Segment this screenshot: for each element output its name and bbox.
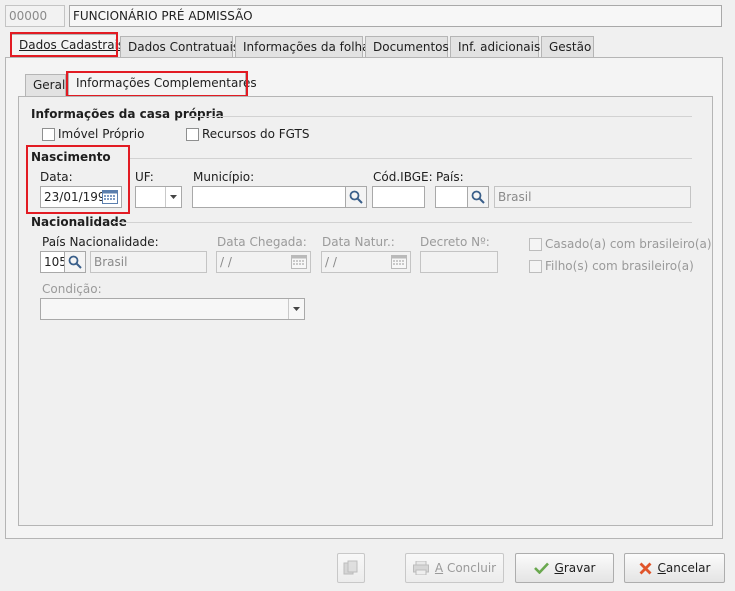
copy-icon — [343, 560, 358, 575]
casado-brasileiro-checkbox[interactable] — [529, 238, 542, 251]
tab-informacoes-folha[interactable]: Informações da folha — [235, 36, 370, 58]
tab-inf-adicionais-label: Inf. adicionais — [458, 40, 541, 54]
data-chegada-label: Data Chegada: — [217, 235, 307, 249]
section-casa-propria-separator — [190, 116, 692, 117]
nascimento-calendar-icon[interactable] — [102, 189, 118, 204]
cancelar-button[interactable]: Cancelar — [624, 553, 725, 583]
decreto-input[interactable] — [420, 251, 498, 273]
data-chegada-calendar-icon[interactable] — [291, 254, 307, 269]
gravar-button[interactable]: Gravar — [515, 553, 614, 583]
condicao-label: Condição: — [42, 282, 102, 296]
concluir-button[interactable]: A Concluir — [405, 553, 504, 583]
record-title-field: FUNCIONÁRIO PRÉ ADMISSÃO — [69, 5, 722, 27]
check-icon — [533, 562, 549, 574]
printer-icon — [412, 561, 429, 575]
cod-ibge-input[interactable] — [372, 186, 425, 208]
nascimento-municipio-label: Município: — [193, 170, 255, 184]
tab-dados-contratuais-label: Dados Contratuais — [128, 40, 240, 54]
cod-ibge-label: Cód.IBGE: — [373, 170, 433, 184]
copy-button[interactable] — [337, 553, 365, 583]
close-icon — [639, 562, 652, 574]
search-icon — [68, 255, 82, 269]
casado-brasileiro-label: Casado(a) com brasileiro(a) — [545, 237, 712, 251]
tab-dados-contratuais[interactable]: Dados Contratuais — [120, 36, 239, 58]
tab-gestao-label: Gestão — [549, 40, 592, 54]
section-casa-propria-title: Informações da casa própria — [31, 107, 224, 121]
section-nascimento-title: Nascimento — [31, 150, 111, 164]
imovel-proprio-label: Imóvel Próprio — [58, 127, 145, 141]
nascimento-pais-search-button[interactable] — [467, 186, 489, 208]
tab-dados-cadastrais-label: Dados Cadastrais — [19, 38, 125, 52]
pais-nacionalidade-code-value: 105 — [44, 255, 65, 269]
filho-brasileiro-checkbox[interactable] — [529, 260, 542, 273]
nascimento-pais-label: País: — [436, 170, 464, 184]
section-nacionalidade-separator — [112, 222, 692, 223]
tab-documentos[interactable]: Documentos — [365, 36, 449, 58]
pais-nacionalidade-name-field: Brasil — [90, 251, 207, 273]
condicao-select[interactable] — [40, 298, 305, 320]
recursos-fgts-checkbox[interactable] — [186, 128, 199, 141]
nascimento-pais-name-field: Brasil — [494, 186, 691, 208]
subtab-informacoes-complementares[interactable]: Informações Complementares — [68, 72, 257, 96]
subtab-geral[interactable]: Geral — [25, 74, 66, 96]
filho-brasileiro-label: Filho(s) com brasileiro(a) — [545, 259, 694, 273]
tab-documentos-label: Documentos — [373, 40, 449, 54]
data-natur-calendar-icon[interactable] — [391, 254, 407, 269]
pais-nacionalidade-search-button[interactable] — [64, 251, 86, 273]
chevron-down-icon[interactable] — [165, 187, 181, 207]
data-chegada-value: / / — [220, 255, 232, 269]
data-natur-label: Data Natur.: — [322, 235, 395, 249]
gravar-label: Gravar — [554, 561, 596, 575]
nascimento-municipio-input[interactable] — [192, 186, 346, 208]
recursos-fgts-label: Recursos do FGTS — [202, 127, 310, 141]
pais-nacionalidade-label: País Nacionalidade: — [42, 235, 159, 249]
tab-dados-cadastrais[interactable]: Dados Cadastrais — [11, 34, 124, 58]
subtab-informacoes-complementares-label: Informações Complementares — [76, 76, 257, 90]
search-icon — [349, 190, 363, 204]
section-nascimento-separator — [130, 158, 692, 159]
search-icon — [471, 190, 485, 204]
nascimento-uf-label: UF: — [135, 170, 154, 184]
subtab-geral-label: Geral — [33, 78, 66, 92]
tab-gestao[interactable]: Gestão — [541, 36, 594, 58]
record-code-field: 00000 — [5, 5, 65, 27]
imovel-proprio-checkbox[interactable] — [42, 128, 55, 141]
nascimento-data-label: Data: — [40, 170, 73, 184]
cancelar-label: Cancelar — [657, 561, 711, 575]
tab-inf-adicionais[interactable]: Inf. adicionais — [450, 36, 541, 58]
data-natur-value: / / — [325, 255, 337, 269]
pais-nacionalidade-code-input[interactable]: 105 — [40, 251, 65, 273]
municipio-search-button[interactable] — [345, 186, 367, 208]
decreto-label: Decreto Nº: — [420, 235, 490, 249]
nascimento-pais-code-input[interactable] — [435, 186, 468, 208]
nascimento-uf-select[interactable] — [135, 186, 182, 208]
concluir-label: A Concluir — [434, 561, 497, 575]
chevron-down-icon[interactable] — [288, 299, 304, 319]
tab-informacoes-folha-label: Informações da folha — [243, 40, 370, 54]
